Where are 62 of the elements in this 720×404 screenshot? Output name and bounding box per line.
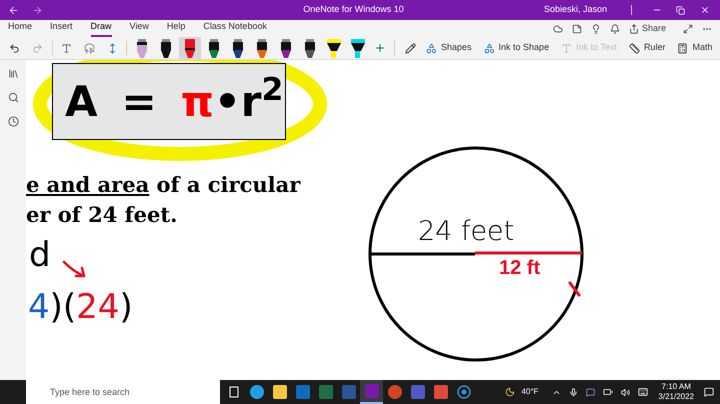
ruler-icon <box>628 42 640 54</box>
toolbar-button[interactable]: Ruler <box>628 41 666 55</box>
expand-icon[interactable] <box>683 24 693 34</box>
lasso-icon[interactable] <box>84 42 95 54</box>
toolbar-button[interactable]: Shapes <box>426 41 472 55</box>
close-icon[interactable] <box>700 5 710 15</box>
ribbon-tab[interactable]: Class Notebook <box>203 20 267 37</box>
handwritten-number: 4 <box>28 286 50 329</box>
time: 7:10 AM <box>662 382 691 392</box>
shapes-icon <box>484 42 495 54</box>
toolbar-button[interactable]: Math <box>677 41 712 55</box>
formula-term: •r$^{2}$ <box>214 71 284 128</box>
pi-symbol: π <box>180 76 214 128</box>
ribbon-tab[interactable]: Insert <box>50 20 73 37</box>
add-pen-icon[interactable] <box>374 42 386 54</box>
battery-icon[interactable] <box>603 387 614 397</box>
diameter-label: 24 feet <box>418 218 514 245</box>
forward-icon[interactable] <box>32 4 43 16</box>
notifications-icon[interactable] <box>704 387 714 397</box>
lightbulb-icon[interactable] <box>590 24 601 34</box>
taskbar-search-field[interactable]: Type here to search <box>26 380 220 404</box>
handwritten-number: )( <box>50 286 76 329</box>
handwritten-arrow <box>62 258 88 280</box>
user-name: Sobieski, Jason <box>544 3 607 16</box>
ribbon-tab[interactable]: Help <box>166 20 186 37</box>
sync-icon[interactable] <box>552 24 563 34</box>
keyboard-icon[interactable] <box>638 387 648 397</box>
equals-sign: = <box>122 76 157 128</box>
handwritten-number: 24 <box>76 286 120 329</box>
handwritten-number: ) <box>119 286 133 329</box>
task-view-icon <box>228 386 240 398</box>
share-button[interactable]: Share <box>628 22 666 36</box>
moon-icon[interactable] <box>505 387 516 397</box>
temperature[interactable]: 40°F <box>521 386 538 398</box>
problem-text: e and area of a circular er of 24 feet. <box>26 171 300 229</box>
ribbon-tab[interactable]: View <box>130 20 149 37</box>
calculator-icon <box>677 42 688 54</box>
volume-icon[interactable] <box>621 388 630 396</box>
toolbar-button[interactable]: Ink to Shape <box>484 41 550 55</box>
handwritten-letter: d <box>29 234 51 277</box>
notebooks-icon[interactable] <box>8 68 18 79</box>
shapes-icon <box>426 42 437 54</box>
recent-icon[interactable] <box>8 116 18 127</box>
restore-icon[interactable] <box>676 6 685 14</box>
formula-variable: A <box>65 76 98 128</box>
add-space-icon[interactable] <box>107 42 118 54</box>
square-app-icon <box>434 385 448 399</box>
search-icon[interactable] <box>8 92 18 103</box>
share-icon <box>628 24 639 34</box>
chat-icon[interactable] <box>586 388 596 396</box>
radius-label: 12 ft <box>499 258 540 278</box>
back-icon[interactable] <box>8 4 19 16</box>
note-icon[interactable] <box>572 24 582 34</box>
date: 3/21/2022 <box>658 392 694 402</box>
text-icon <box>561 42 572 54</box>
ribbon-tab[interactable]: Home <box>8 20 32 37</box>
window-title: OneNote for Windows 10 <box>303 3 404 16</box>
undo-icon[interactable] <box>9 42 20 54</box>
clock[interactable]: 7:10 AM 3/21/2022 <box>658 382 694 402</box>
microphone-icon[interactable] <box>569 388 578 396</box>
bell-icon[interactable] <box>610 24 620 34</box>
record-circle-icon <box>456 385 470 399</box>
